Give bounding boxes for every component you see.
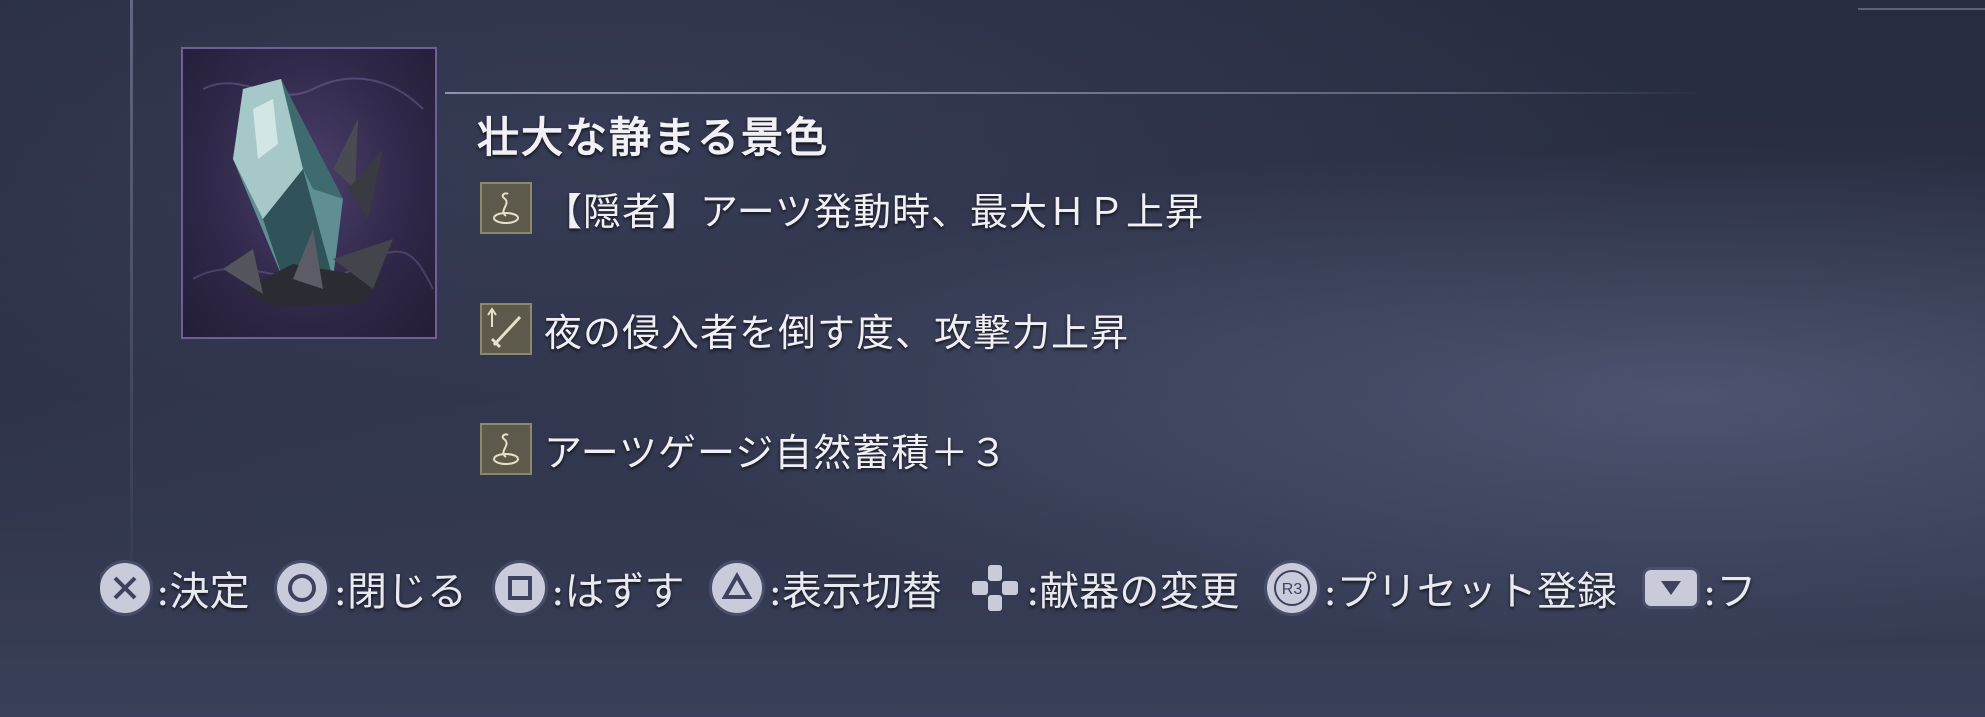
panel-frame-left (130, 0, 133, 560)
arts-swirl-icon (480, 182, 532, 234)
triangle-button-icon (712, 563, 763, 613)
change-vessel-label: :献器の変更 (1025, 569, 1240, 615)
sword-up-icon (480, 303, 532, 355)
remove-prompt[interactable]: :はずす (494, 560, 685, 616)
preset-register-prompt[interactable]: R3 :プリセット登録 (1267, 560, 1617, 616)
relic-image (181, 47, 437, 339)
relic-name: 壮大な静まる景色 (477, 113, 830, 162)
button-prompt-bar: :決定 :閉じる :はずす :表示切替:献器の変更 R3:プリセット登録:… (100, 560, 1985, 616)
confirm-label: :決定 (156, 569, 250, 615)
crystal-relic-icon (192, 77, 434, 307)
effect-text: 夜の侵入者を倒す度、攻撃力上昇 (544, 310, 1130, 355)
r3-button-text: R3 (1282, 581, 1303, 598)
effect-row: アーツゲージ自然蓄積＋３ (480, 421, 1008, 477)
dpad-icon (970, 563, 1020, 613)
close-label: :閉じる (333, 569, 467, 615)
down-arrow-button-icon (1644, 570, 1697, 606)
effect-row: 【隠者】アーツ発動時、最大ＨＰ上昇 (480, 180, 1204, 236)
r3-button-icon: R3 (1267, 563, 1318, 613)
cross-button-icon (100, 563, 150, 613)
confirm-prompt[interactable]: :決定 (100, 560, 249, 616)
effect-text: アーツゲージ自然蓄積＋３ (544, 430, 1009, 475)
square-button-icon (494, 563, 545, 613)
more-label: :フ (1702, 569, 1757, 615)
more-prompt[interactable]: :フ (1644, 560, 1757, 616)
toggle-display-label: :表示切替 (768, 569, 942, 615)
panel-frame-topright (1858, 0, 1985, 10)
change-vessel-prompt[interactable]: :献器の変更 (970, 560, 1239, 616)
effect-text: 【隠者】アーツ発動時、最大ＨＰ上昇 (544, 189, 1204, 234)
close-prompt[interactable]: :閉じる (277, 560, 467, 616)
circle-button-icon (277, 563, 328, 613)
remove-label: :はずす (550, 569, 685, 615)
preset-register-label: :プリセット登録 (1323, 569, 1617, 615)
toggle-display-prompt[interactable]: :表示切替 (712, 560, 942, 616)
effect-row: 夜の侵入者を倒す度、攻撃力上昇 (480, 301, 1129, 357)
arts-swirl-icon (480, 423, 532, 475)
header-divider (445, 92, 1705, 94)
